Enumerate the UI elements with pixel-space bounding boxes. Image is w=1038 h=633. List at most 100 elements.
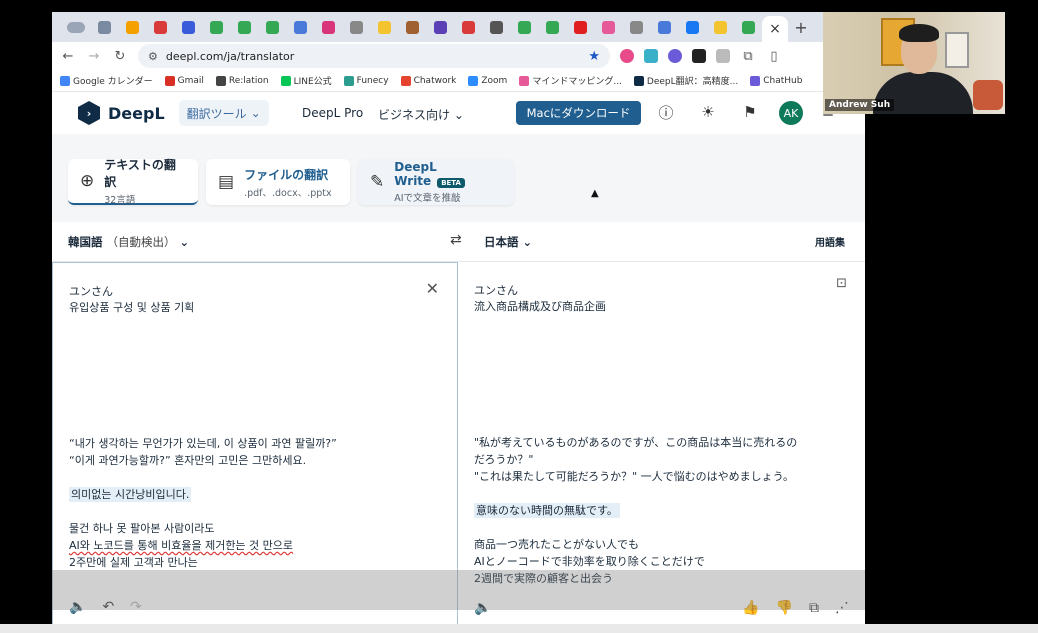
lightbulb-icon[interactable]: ☀ bbox=[698, 102, 718, 122]
tab-favicon[interactable] bbox=[454, 12, 482, 42]
tab-favicon[interactable] bbox=[706, 12, 734, 42]
download-mac-button[interactable]: Macにダウンロード bbox=[516, 101, 641, 125]
tab-file-translation[interactable]: ▤ ファイルの翻訳 .pdf、.docx、.pptx bbox=[206, 159, 350, 205]
favicon-icon bbox=[405, 20, 419, 34]
save-translation-icon[interactable]: ⊡ bbox=[836, 276, 847, 291]
avatar[interactable]: AK bbox=[779, 101, 803, 125]
tab-favicon[interactable] bbox=[370, 12, 398, 42]
source-line: 2주만에 실제 고객과 만나는 bbox=[69, 556, 198, 569]
site-settings-icon[interactable]: ⚙ bbox=[148, 50, 158, 63]
bookmark-item[interactable]: Chatwork bbox=[400, 75, 457, 86]
chair bbox=[973, 80, 1003, 110]
tab-favicon[interactable] bbox=[734, 12, 762, 42]
extension-icon-1[interactable] bbox=[620, 49, 634, 63]
tab-favicon[interactable] bbox=[622, 12, 650, 42]
target-line: "これは果たして可能だろうか？" 一人で悩むのはやめましょう。 bbox=[474, 470, 794, 483]
tab-favicon[interactable] bbox=[146, 12, 174, 42]
reload-icon[interactable]: ↻ bbox=[112, 49, 128, 64]
bookmark-item[interactable]: Zoom bbox=[468, 75, 507, 86]
language-bar: 韓国語 （自動検出） ⌄ ⇄ 日本語 ⌄ 用語集 bbox=[52, 222, 865, 262]
deepl-logo[interactable]: › DeepL bbox=[78, 101, 165, 125]
translator-tool-dropdown[interactable]: 翻訳ツール ⌄ bbox=[178, 100, 269, 126]
business-link-label: ビジネス向け bbox=[378, 108, 451, 122]
auto-detect-label: （自動検出） bbox=[106, 235, 176, 249]
camera-extension-icon[interactable] bbox=[716, 49, 730, 63]
deepl-logo-text: DeepL bbox=[108, 103, 165, 123]
bookmark-favicon-icon bbox=[468, 75, 479, 86]
chevron-down-icon: ⌄ bbox=[179, 235, 190, 249]
target-line: 商品一つ売れたことがない人でも bbox=[474, 538, 639, 551]
favicon-icon bbox=[349, 20, 363, 34]
tab-favicon[interactable] bbox=[650, 12, 678, 42]
tab-favicon[interactable] bbox=[510, 12, 538, 42]
tab-text-translation[interactable]: ⊕ テキストの翻訳 32言語 bbox=[68, 158, 198, 206]
bookmark-item[interactable]: マインドマッピング... bbox=[519, 74, 622, 87]
target-line: ユンさん bbox=[474, 284, 518, 297]
active-tab-close-icon[interactable]: × bbox=[762, 16, 788, 42]
forward-icon[interactable]: → bbox=[86, 49, 102, 64]
tab-favicon[interactable] bbox=[426, 12, 454, 42]
extension-icon-2[interactable] bbox=[644, 49, 658, 63]
source-line: ユンさん bbox=[69, 285, 113, 298]
bookmark-icon[interactable]: ⚑ bbox=[740, 102, 760, 122]
source-language-selector[interactable]: 韓国語 （自動検出） ⌄ bbox=[68, 234, 189, 250]
source-line: 의미없는 시간낭비입니다. bbox=[69, 486, 192, 503]
bookmarks-bar: Google カレンダー Gmail Re:lation LINE公式 Funecy Ch… bbox=[52, 70, 865, 92]
bookmark-label: Chatwork bbox=[413, 75, 457, 86]
bookmark-label: DeepL翻訳：高精度... bbox=[646, 77, 739, 87]
tab-deepl-write[interactable]: ✎ DeepL Write BETA AIで文章を推敲 bbox=[358, 159, 514, 205]
highlighted-sentence: 意味のない時間の無駄です。 bbox=[474, 503, 620, 518]
tab-favicon[interactable] bbox=[314, 12, 342, 42]
tab-favicon[interactable] bbox=[538, 12, 566, 42]
tab-favicon[interactable] bbox=[566, 12, 594, 42]
tab-favicon[interactable] bbox=[342, 12, 370, 42]
business-link[interactable]: ビジネス向け ⌄ bbox=[378, 106, 464, 123]
tab-favicon[interactable] bbox=[62, 12, 90, 42]
tab-favicon[interactable] bbox=[482, 12, 510, 42]
tab-favicon[interactable] bbox=[678, 12, 706, 42]
tab-favicon[interactable] bbox=[398, 12, 426, 42]
glossary-button[interactable]: 用語集 bbox=[815, 234, 845, 249]
new-tab-button[interactable]: + bbox=[788, 12, 814, 42]
tab-file-sub: .pdf、.docx、.pptx bbox=[244, 187, 332, 199]
tab-favicon[interactable] bbox=[202, 12, 230, 42]
swap-languages-icon[interactable]: ⇄ bbox=[450, 232, 462, 248]
extension-icon-4[interactable] bbox=[692, 49, 706, 63]
target-language-selector[interactable]: 日本語 ⌄ bbox=[484, 234, 532, 250]
bookmark-item[interactable]: Gmail bbox=[164, 75, 204, 86]
bookmark-item[interactable]: Funecy bbox=[343, 75, 389, 86]
tab-favicon[interactable] bbox=[230, 12, 258, 42]
help-icon[interactable]: ⓘ bbox=[656, 102, 676, 122]
extensions-puzzle-icon[interactable]: ⧉ bbox=[740, 49, 756, 64]
bookmark-item[interactable]: Re:lation bbox=[215, 75, 269, 86]
bookmark-item[interactable]: DeepL翻訳：高精度... bbox=[633, 74, 739, 87]
deepl-logo-icon: › bbox=[78, 101, 100, 125]
tab-favicon[interactable] bbox=[118, 12, 146, 42]
favicon-icon bbox=[629, 20, 643, 34]
url-text: deepl.com/ja/translator bbox=[165, 49, 295, 63]
back-icon[interactable]: ← bbox=[60, 49, 76, 64]
target-language-label: 日本語 bbox=[484, 235, 519, 249]
bookmark-item[interactable]: LINE公式 bbox=[280, 74, 332, 87]
side-panel-icon[interactable]: ▯ bbox=[766, 49, 782, 64]
tab-text-sub: 32言語 bbox=[104, 195, 136, 206]
favicon-icon bbox=[293, 20, 307, 34]
tab-favicon[interactable] bbox=[90, 12, 118, 42]
close-icon[interactable]: ✕ bbox=[426, 279, 439, 298]
tab-write-title-row: DeepL Write BETA bbox=[394, 160, 502, 188]
globe-icon: ⊕ bbox=[80, 171, 95, 191]
url-field[interactable]: ⚙ deepl.com/ja/translator ★ bbox=[138, 44, 610, 68]
highlighted-sentence: 의미없는 시간낭비입니다. bbox=[69, 487, 192, 502]
tool-dropdown-label: 翻訳ツール bbox=[186, 106, 247, 121]
tab-favicon[interactable] bbox=[174, 12, 202, 42]
tab-favicon[interactable] bbox=[594, 12, 622, 42]
tab-favicon[interactable] bbox=[286, 12, 314, 42]
bookmark-star-icon[interactable]: ★ bbox=[588, 49, 600, 64]
bookmark-item[interactable]: ChatHub bbox=[750, 75, 802, 86]
tab-favicon[interactable] bbox=[258, 12, 286, 42]
bookmark-item[interactable]: Google カレンダー bbox=[60, 74, 153, 87]
favicon-icon bbox=[265, 20, 279, 34]
deepl-pro-link[interactable]: DeepL Pro bbox=[302, 106, 363, 120]
bookmark-label: マインドマッピング... bbox=[532, 77, 622, 87]
extension-icon-3[interactable] bbox=[668, 49, 682, 63]
